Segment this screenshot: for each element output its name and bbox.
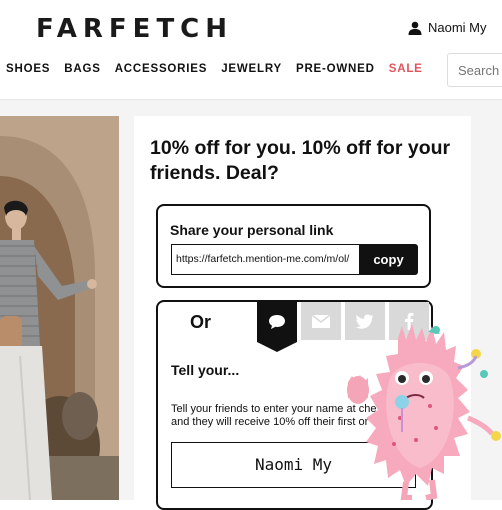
farfetch-logo[interactable]: FARFETCH [36, 14, 233, 44]
tell-your-title: Tell your... [171, 362, 240, 378]
search-input[interactable] [447, 53, 502, 87]
envelope-icon [312, 314, 330, 328]
nav-pre-owned[interactable]: PRE-OWNED [296, 63, 375, 75]
speech-bubble-icon [269, 315, 285, 329]
or-label: Or [190, 312, 212, 332]
account-menu[interactable]: Naomi My [408, 20, 487, 35]
personal-link-field[interactable]: https://farfetch.mention-me.com/m/ol/ [171, 244, 359, 275]
nav-sale[interactable]: SALE [389, 63, 423, 75]
nav-jewelry[interactable]: JEWELRY [221, 63, 282, 75]
account-name: Naomi My [428, 20, 487, 35]
copy-button[interactable]: copy [359, 244, 418, 275]
tab-message[interactable] [257, 302, 297, 352]
nav-bags[interactable]: BAGS [64, 63, 100, 75]
pink-mascot-illustration [340, 318, 502, 501]
tab-email[interactable] [301, 302, 341, 340]
share-link-title: Share your personal link [170, 222, 334, 238]
hero-photo [0, 116, 119, 500]
nav-accessories[interactable]: ACCESSORIES [115, 63, 208, 75]
user-icon [408, 21, 422, 35]
nav-shoes[interactable]: SHOES [6, 63, 50, 75]
offer-heading: 10% off for you. 10% off for your friend… [150, 137, 451, 184]
main-nav: SHOES BAGS ACCESSORIES JEWELRY PRE-OWNED… [6, 63, 423, 75]
